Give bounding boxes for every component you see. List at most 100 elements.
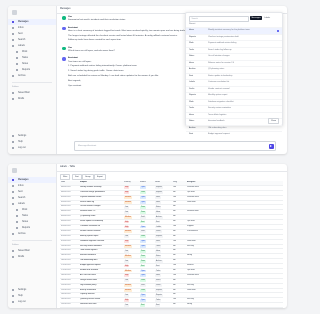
- message-composer[interactable]: Message Assistant: [74, 141, 276, 151]
- sidebar-item-label: Search: [18, 39, 26, 41]
- status-badge: Open: [140, 240, 147, 244]
- table-toolbar: Filter Sort Group Export: [60, 173, 283, 180]
- cell-priority: High: [124, 186, 138, 190]
- cell-subject: Capacity forecast: [80, 293, 95, 296]
- status-badge: Done: [140, 206, 147, 209]
- column-header[interactable]: Assignee: [187, 181, 227, 185]
- column-header[interactable]: Status: [140, 181, 152, 185]
- cell-priority: High: [124, 191, 138, 195]
- gear-icon: [12, 295, 14, 297]
- tag-icon: [12, 45, 14, 47]
- cell-priority: Medium: [124, 254, 138, 258]
- breadcrumb-item[interactable]: Table: [70, 166, 76, 168]
- priority-badge: High: [124, 240, 130, 244]
- sidebar-item-archive[interactable]: Archive: [8, 73, 56, 79]
- label-badge: Drafts: [155, 284, 162, 288]
- cell-flag: Yes: [173, 273, 177, 276]
- column-header[interactable]: Date: [61, 181, 79, 185]
- send-icon: [12, 33, 14, 35]
- column-header[interactable]: Label: [155, 181, 171, 185]
- cell-status: Sent: [140, 220, 152, 224]
- main-panel: Messages You Summarize last week's incide…: [56, 6, 287, 154]
- list-item[interactable]: Sent Budget approval request: [186, 131, 282, 138]
- group-button[interactable]: Group: [82, 173, 94, 180]
- sidebar-nav: Messages Inbox Sent Search Labels Work Tasks No…: [8, 19, 56, 79]
- cell-priority: High: [124, 240, 138, 244]
- cell-date: 04/04/2024: [61, 205, 71, 208]
- cell-status: Open: [140, 225, 152, 229]
- tab-messages[interactable]: Messages: [250, 16, 263, 20]
- sidebar-item-label: Work: [22, 51, 28, 53]
- cell-assignee: Data team: [187, 288, 196, 291]
- sidebar-item-archive[interactable]: Archive: [8, 231, 56, 237]
- cell-flag: No: [173, 288, 176, 291]
- popover-search-input[interactable]: Search: [189, 16, 249, 22]
- sidebar-item-label: Reports: [22, 69, 31, 71]
- status-badge: Done: [140, 259, 147, 263]
- close-button[interactable]: Close: [267, 118, 279, 124]
- label-badge: Drafts: [155, 230, 162, 234]
- gear-icon: [12, 141, 14, 143]
- cell-subject: On-call rotation changes: [80, 205, 101, 208]
- label-badge: Archive: [155, 259, 163, 263]
- sidebar-item-drafts[interactable]: Drafts: [8, 96, 56, 102]
- sort-button[interactable]: Sort: [72, 173, 82, 180]
- cell-subject: Search index lag: [80, 200, 95, 203]
- cell-assignee: Finance: [187, 264, 194, 267]
- cell-priority: Low: [124, 249, 138, 253]
- sidebar-extra: Saved Mail Drafts: [8, 90, 56, 102]
- cell-priority: Medium: [124, 201, 138, 205]
- export-button[interactable]: Export: [94, 173, 106, 180]
- sidebar-item-log-out[interactable]: Log out: [8, 145, 56, 151]
- sidebar-item-label: Archive: [18, 233, 26, 235]
- sidebar-item-label: Sent: [18, 191, 23, 193]
- status-badge: Open: [140, 245, 147, 248]
- send-icon[interactable]: [268, 143, 274, 149]
- sidebar-item-drafts[interactable]: Drafts: [8, 254, 56, 260]
- cell-date: 25/03/2024: [61, 288, 71, 291]
- breadcrumb-item[interactable]: Messages: [60, 8, 70, 10]
- priority-badge: Medium: [124, 196, 133, 200]
- sidebar-item-label: Inbox: [18, 185, 24, 187]
- column-header[interactable]: Flag: [173, 181, 183, 185]
- sidebar-item-label: Messages: [18, 21, 29, 23]
- priority-badge: High: [124, 191, 130, 195]
- folder-icon: [12, 92, 14, 95]
- cell-subject: API rate limit alerts: [80, 273, 96, 276]
- cell-flag: Yes: [173, 195, 177, 198]
- app-logo: [12, 10, 17, 15]
- cell-priority: Medium: [124, 215, 138, 219]
- cell-flag: Yes: [173, 185, 177, 188]
- status-badge: Done: [140, 235, 147, 239]
- column-header[interactable]: Subject: [80, 181, 122, 185]
- tab-labels[interactable]: Labels: [263, 16, 272, 20]
- cell-status: Open: [140, 186, 152, 190]
- cell-date: 28/03/2024: [61, 254, 71, 257]
- cell-subject: Interview feedback: [80, 254, 96, 257]
- cell-assignee: Ops lead: [187, 190, 195, 193]
- column-header[interactable]: Priority: [124, 181, 138, 185]
- cell-priority: Medium: [124, 230, 138, 234]
- priority-badge: High: [124, 225, 130, 229]
- cell-flag: Yes: [173, 298, 177, 301]
- cell-status: Open: [140, 269, 152, 273]
- search-icon: [12, 197, 14, 199]
- label-badge: Sent: [155, 264, 161, 268]
- breadcrumb-item[interactable]: Labels: [60, 166, 67, 168]
- cell-priority: Low: [124, 303, 138, 307]
- filter-button[interactable]: Filter: [60, 173, 71, 180]
- cell-subject: Incident drill schedule: [80, 269, 99, 272]
- cell-priority: High: [124, 225, 138, 229]
- cell-date: 02/04/2024: [61, 229, 71, 232]
- cell-subject: Payment webhook retries: [80, 195, 102, 198]
- cell-assignee: Release team: [187, 210, 199, 213]
- sidebar-item-log-out[interactable]: Log out: [8, 299, 56, 305]
- cell-label: Reports: [155, 293, 171, 297]
- check-icon: [277, 29, 279, 32]
- priority-badge: Low: [124, 303, 130, 307]
- cell-label: Notes: [155, 254, 171, 258]
- cell-flag: Yes: [173, 225, 177, 228]
- cell-subject: Security review reminders: [80, 244, 102, 247]
- sidebar-item-label: Drafts: [18, 98, 25, 101]
- label-badge: Work: [155, 196, 161, 200]
